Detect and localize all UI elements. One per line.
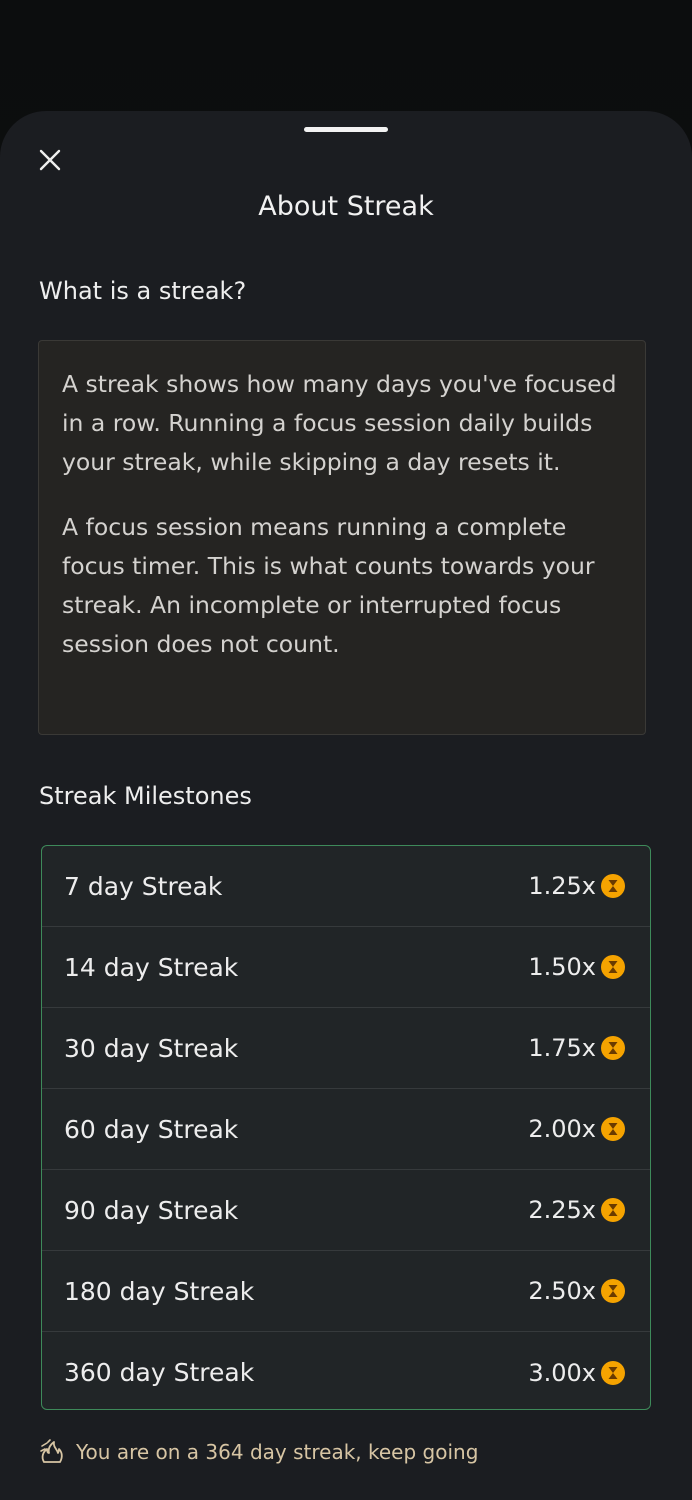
hourglass-coin-icon bbox=[600, 1035, 626, 1061]
hourglass-coin-icon bbox=[600, 1116, 626, 1142]
milestone-row: 90 day Streak 2.25x bbox=[42, 1170, 650, 1251]
streak-status: You are on a 364 day streak, keep going bbox=[38, 1438, 478, 1466]
flame-icon bbox=[38, 1438, 66, 1466]
sheet-title: About Streak bbox=[258, 191, 434, 222]
close-icon bbox=[39, 149, 61, 171]
milestone-label: 14 day Streak bbox=[64, 952, 239, 982]
info-paragraph-2: A focus session means running a complete… bbox=[62, 513, 595, 658]
milestone-multiplier: 1.25x bbox=[528, 872, 596, 900]
milestone-multiplier: 3.00x bbox=[528, 1358, 596, 1387]
hourglass-coin-icon bbox=[600, 873, 626, 899]
milestone-multiplier: 1.75x bbox=[528, 1034, 596, 1062]
milestone-label: 7 day Streak bbox=[64, 871, 223, 901]
info-paragraph-1: A streak shows how many days you've focu… bbox=[62, 370, 617, 476]
milestone-label: 90 day Streak bbox=[64, 1195, 239, 1225]
hourglass-coin-icon bbox=[600, 1360, 626, 1386]
milestone-row: 30 day Streak 1.75x bbox=[42, 1008, 650, 1089]
milestone-label: 30 day Streak bbox=[64, 1033, 239, 1063]
milestone-multiplier: 2.50x bbox=[528, 1277, 596, 1305]
milestone-row: 7 day Streak 1.25x bbox=[42, 846, 650, 927]
milestone-multiplier: 2.00x bbox=[528, 1115, 596, 1143]
hourglass-coin-icon bbox=[600, 1278, 626, 1304]
what-is-heading: What is a streak? bbox=[39, 277, 247, 305]
milestone-label: 180 day Streak bbox=[64, 1276, 255, 1306]
milestones-list: 7 day Streak 1.25x 14 day Streak 1.50x 3… bbox=[41, 845, 651, 1410]
streak-status-text: You are on a 364 day streak, keep going bbox=[76, 1440, 479, 1464]
milestone-multiplier: 2.25x bbox=[528, 1196, 596, 1224]
milestone-label: 360 day Streak bbox=[64, 1358, 255, 1387]
hourglass-coin-icon bbox=[600, 954, 626, 980]
close-button[interactable] bbox=[34, 144, 66, 176]
milestone-multiplier: 1.50x bbox=[528, 953, 596, 981]
milestones-heading: Streak Milestones bbox=[39, 782, 252, 810]
info-card: A streak shows how many days you've focu… bbox=[38, 340, 646, 735]
milestone-row: 360 day Streak 3.00x bbox=[42, 1332, 650, 1409]
milestone-row: 14 day Streak 1.50x bbox=[42, 927, 650, 1008]
hourglass-coin-icon bbox=[600, 1197, 626, 1223]
milestone-label: 60 day Streak bbox=[64, 1114, 239, 1144]
milestone-row: 60 day Streak 2.00x bbox=[42, 1089, 650, 1170]
milestone-row: 180 day Streak 2.50x bbox=[42, 1251, 650, 1332]
drag-handle[interactable] bbox=[304, 127, 388, 132]
bottom-sheet: About Streak What is a streak? A streak … bbox=[0, 111, 692, 1500]
